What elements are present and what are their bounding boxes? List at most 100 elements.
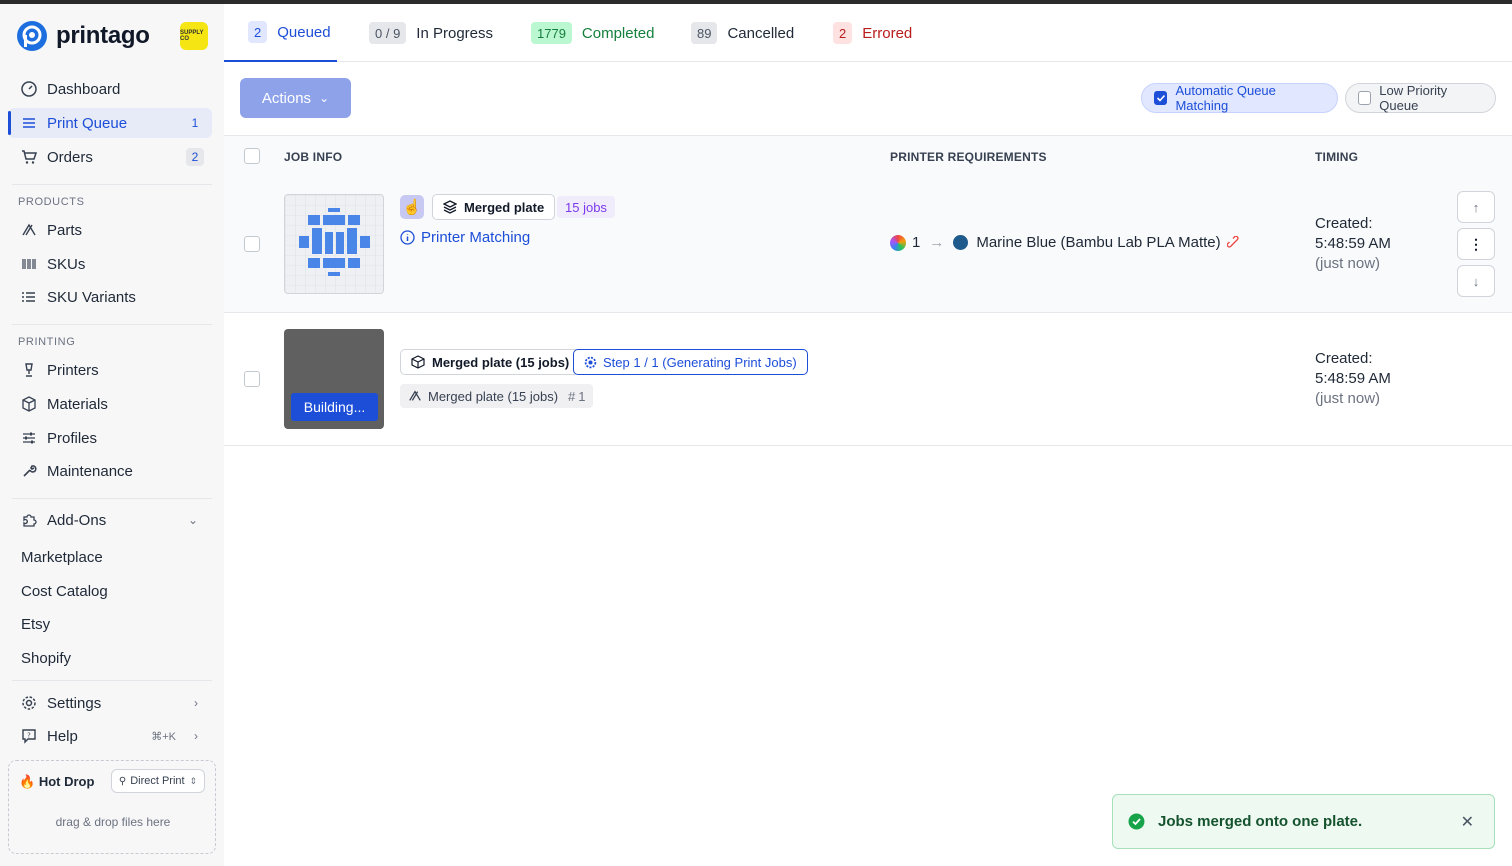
sidebar-divider — [12, 184, 212, 185]
tab-completed[interactable]: 1779 Completed — [531, 4, 654, 62]
merged-plate-chip-label: Merged plate (15 jobs) — [432, 354, 570, 370]
brand[interactable]: printago — [16, 18, 150, 54]
low-priority-queue-toggle[interactable]: Low Priority Queue — [1345, 83, 1496, 113]
direct-print-select[interactable]: ⚲ Direct Print ⇕ — [111, 769, 205, 793]
nav-print-queue-label: Print Queue — [47, 114, 128, 132]
row-checkbox[interactable] — [244, 236, 260, 252]
nav-settings-label: Settings — [47, 694, 102, 712]
nav-maintenance[interactable]: Maintenance — [8, 456, 212, 486]
close-icon[interactable]: ✕ — [1461, 812, 1474, 832]
nav-addons[interactable]: Add-Ons ⌄ — [8, 505, 212, 535]
sidebar-divider — [12, 680, 212, 681]
actions-button[interactable]: Actions ⌄ — [240, 78, 351, 118]
nav-etsy[interactable]: Etsy — [21, 616, 50, 633]
row-menu-button[interactable]: ⋮ — [1457, 228, 1495, 260]
direct-print-value: Direct Print — [130, 775, 185, 787]
fire-icon: 🔥 — [19, 774, 36, 789]
move-up-button[interactable]: ↑ — [1457, 191, 1495, 223]
low-priority-checkbox[interactable] — [1358, 91, 1372, 105]
plate-thumbnail[interactable] — [284, 194, 384, 294]
nav-shopify[interactable]: Shopify — [21, 650, 71, 667]
tab-in-progress[interactable]: 0 / 9 In Progress — [369, 4, 493, 62]
nav-profiles-label: Profiles — [47, 429, 98, 447]
section-label-printing: PRINTING — [18, 336, 76, 348]
arrow-down-icon: ↓ — [1472, 273, 1480, 289]
orders-count: 2 — [186, 148, 204, 166]
org-badge[interactable]: SUPPLY CO — [180, 22, 208, 50]
box-icon — [20, 395, 38, 413]
parts-icon — [408, 389, 422, 403]
nav-profiles[interactable]: Profiles — [8, 423, 212, 453]
cart-icon — [20, 148, 38, 166]
table-row: ☝ Merged plate 15 jobs Printer Matching … — [224, 177, 1512, 313]
sliders-icon — [20, 429, 38, 447]
nav-marketplace[interactable]: Marketplace — [21, 549, 103, 566]
gear-icon — [584, 356, 597, 369]
tab-errored[interactable]: 2 Errored — [833, 4, 912, 62]
chevron-right-icon: › — [194, 696, 198, 710]
job-index-value: 1 — [578, 388, 586, 404]
box-icon — [411, 355, 425, 369]
nav-materials[interactable]: Materials — [8, 389, 212, 419]
step-progress-label: Step 1 / 1 (Generating Print Jobs) — [603, 354, 797, 370]
chevron-right-icon: › — [194, 729, 198, 743]
move-down-button[interactable]: ↓ — [1457, 265, 1495, 297]
nav-help-label: Help — [47, 727, 78, 745]
table-row: Building... Merged plate (15 jobs) Step … — [224, 313, 1512, 446]
nav-orders-label: Orders — [47, 148, 93, 166]
nav-parts[interactable]: Parts — [8, 215, 212, 245]
job-index-chip: # 1 — [560, 384, 594, 408]
nav-help[interactable]: ? Help ⌘+K › — [8, 721, 212, 751]
printer-matching-link[interactable]: Printer Matching — [400, 229, 530, 246]
section-label-products: PRODUCTS — [18, 196, 85, 208]
nav-skus[interactable]: SKUs — [8, 249, 212, 279]
tab-cancelled-count: 89 — [691, 22, 718, 44]
expand-toggle-button[interactable]: ☝ — [400, 195, 424, 219]
nav-sku-variants[interactable]: SKU Variants — [8, 282, 212, 312]
auto-match-checkbox[interactable] — [1154, 91, 1168, 105]
nav-skus-label: SKUs — [47, 255, 86, 273]
select-all-checkbox[interactable] — [244, 148, 260, 164]
created-time: 5:48:59 AM — [1315, 235, 1391, 252]
table-header: JOB INFO PRINTER REQUIREMENTS TIMING — [224, 135, 1512, 177]
tab-queued-count: 2 — [248, 21, 268, 43]
nav-dashboard[interactable]: Dashboard — [8, 74, 212, 104]
automatic-queue-matching-toggle[interactable]: Automatic Queue Matching — [1141, 83, 1338, 113]
sidebar: printago SUPPLY CO Dashboard Print Queue… — [0, 4, 224, 866]
tab-errored-count: 2 — [833, 22, 853, 44]
step-progress-chip[interactable]: Step 1 / 1 (Generating Print Jobs) — [573, 349, 808, 375]
queue-toolbar: Actions ⌄ Automatic Queue Matching Low P… — [224, 62, 1512, 135]
merged-plate-chip: Merged plate (15 jobs) — [400, 349, 581, 375]
tab-cancelled[interactable]: 89 Cancelled — [691, 4, 794, 62]
auto-match-label: Automatic Queue Matching — [1175, 83, 1276, 113]
arrow-up-icon: ↑ — [1472, 199, 1480, 215]
tab-completed-label: Completed — [581, 24, 655, 42]
puzzle-icon — [20, 511, 38, 529]
tab-cancelled-label: Cancelled — [727, 24, 795, 42]
nav-cost-catalog[interactable]: Cost Catalog — [21, 583, 108, 600]
nav-printers[interactable]: Printers — [8, 355, 212, 385]
nav-settings[interactable]: Settings › — [8, 688, 212, 718]
more-vertical-icon: ⋮ — [1469, 235, 1483, 252]
hot-drop-hint: drag & drop files here — [55, 815, 171, 829]
col-timing: TIMING — [1315, 150, 1359, 164]
nav-print-queue[interactable]: Print Queue 1 — [8, 108, 212, 138]
tab-queued[interactable]: 2 Queued — [224, 4, 337, 62]
printer-matching-label: Printer Matching — [421, 229, 531, 246]
pointer-cursor-icon: ☝ — [402, 199, 422, 216]
tab-in-progress-count: 0 / 9 — [369, 22, 407, 44]
nav-parts-label: Parts — [47, 221, 83, 239]
wrench-icon — [20, 462, 38, 480]
toast-message: Jobs merged onto one plate. — [1158, 813, 1363, 830]
updown-icon: ⇕ — [189, 775, 198, 786]
arrow-right-icon: → — [929, 234, 945, 251]
unlink-icon[interactable] — [1226, 235, 1241, 250]
job-source-label: Merged plate (15 jobs) — [428, 388, 559, 404]
hot-drop-zone[interactable]: 🔥 Hot Drop ⚲ Direct Print ⇕ drag & drop … — [8, 760, 216, 854]
list-icon — [20, 288, 38, 306]
nav-orders[interactable]: Orders 2 — [8, 142, 212, 172]
row-checkbox[interactable] — [244, 371, 260, 387]
merged-plate-chip: Merged plate — [432, 194, 556, 220]
sidebar-divider — [12, 324, 212, 325]
nav-dashboard-label: Dashboard — [47, 80, 121, 98]
